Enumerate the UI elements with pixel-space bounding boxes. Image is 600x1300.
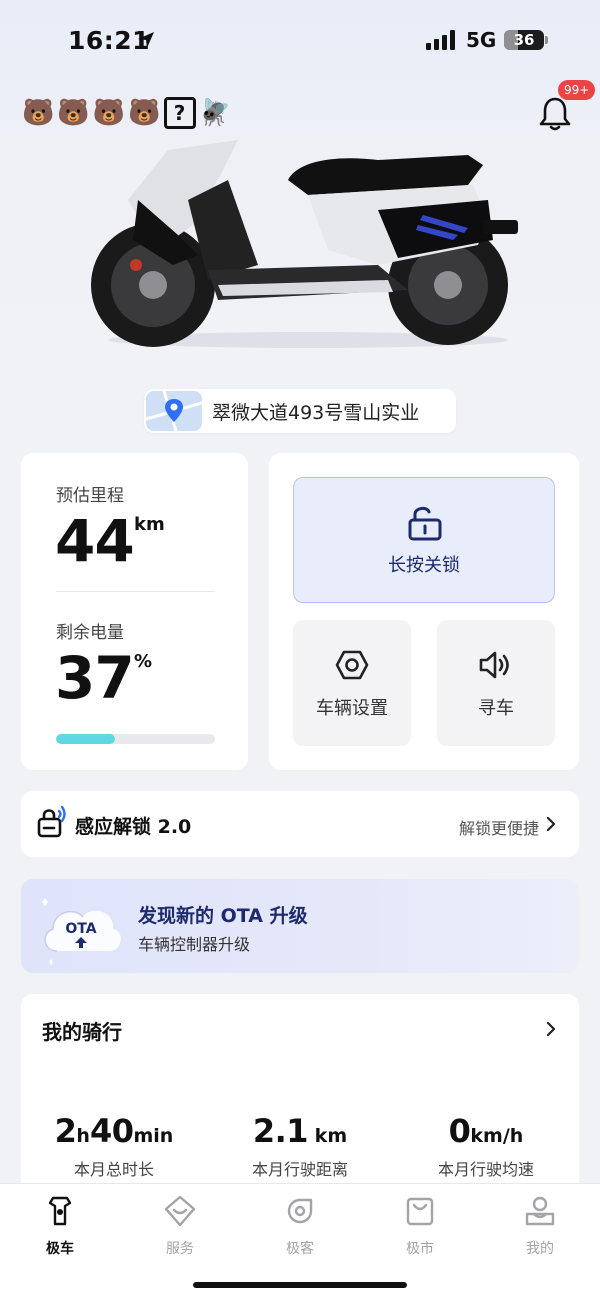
ride-stat-value: 2h40min <box>21 1112 207 1150</box>
ride-stat-caption: 本月总时长 <box>73 1160 154 1179</box>
ride-stat-number: 2.1 <box>252 1112 309 1150</box>
question-box: ? <box>163 97 196 129</box>
nickname-emojis[interactable]: 🐻 🐻 🐻 🐻 ? 🪰 <box>22 96 231 130</box>
induction-lock-icon <box>37 805 66 838</box>
bear-emoji: 🐻 <box>92 98 126 128</box>
tab-shop[interactable]: 极市 <box>360 1194 480 1258</box>
ride-stat-duration: 2h40min 本月总时长 <box>21 1112 207 1180</box>
ride-stat-caption: 本月行驶距离 <box>251 1160 348 1179</box>
divider <box>56 591 215 592</box>
ride-stat-number: 0 <box>448 1112 471 1150</box>
ride-stat-number: 2 <box>54 1112 77 1150</box>
scooter-image <box>91 140 518 348</box>
battery-unit: % <box>134 651 153 672</box>
ride-stat-speed: 0km/h 本月行驶均速 <box>393 1112 579 1180</box>
find-vehicle-button[interactable]: 寻车 <box>437 620 555 746</box>
ota-cloud-icon: OTA <box>42 898 121 965</box>
ota-title: 发现新的 OTA 升级 <box>138 905 308 927</box>
shop-icon <box>406 1197 434 1226</box>
battery-progress-bar <box>56 734 215 744</box>
ride-stat-unit: km/h <box>470 1125 524 1147</box>
ride-stat-unit: h <box>76 1125 90 1147</box>
vehicle-location[interactable]: 翠微大道493号雪山实业 <box>144 389 456 433</box>
scooter-icon <box>48 1196 72 1226</box>
map-pin-icon <box>146 391 202 431</box>
range-battery-card: 预估里程 44 km 剩余电量 37 % <box>21 453 248 770</box>
bear-emoji: 🐻 <box>128 98 161 128</box>
induction-unlock-hint: 解锁更便捷 <box>458 819 539 838</box>
ota-upgrade-banner[interactable]: OTA 发现新的 OTA 升级 车辆控制器升级 <box>21 879 579 973</box>
long-press-lock-button[interactable]: 长按关锁 <box>293 477 555 603</box>
range-label: 预估里程 <box>56 486 124 506</box>
battery-progress-fill <box>56 734 115 744</box>
ota-subtitle: 车辆控制器升级 <box>138 935 251 954</box>
tab-geek[interactable]: 极客 <box>240 1194 360 1258</box>
tab-profile[interactable]: 我的 <box>480 1194 600 1258</box>
network-type: 5G <box>466 28 497 52</box>
map-thumbnail <box>146 391 202 431</box>
find-label: 寻车 <box>478 698 514 719</box>
ride-stat-value: 0km/h <box>393 1112 579 1150</box>
fly-emoji: 🪰 <box>198 98 231 128</box>
tab-service[interactable]: 服务 <box>120 1194 240 1258</box>
tab-label: 极客 <box>286 1241 314 1257</box>
chevron-right-icon <box>546 1022 556 1036</box>
speaker-icon <box>479 651 509 679</box>
service-icon <box>164 1195 196 1227</box>
tab-scooter[interactable]: 极车 <box>0 1194 120 1258</box>
settings-label: 车辆设置 <box>316 698 388 719</box>
tab-label: 极车 <box>46 1241 74 1257</box>
tab-label: 极市 <box>406 1241 434 1257</box>
cellular-signal-icon <box>426 30 455 50</box>
location-arrow-icon <box>138 32 154 48</box>
vehicle-settings-button[interactable]: 车辆设置 <box>293 620 411 746</box>
ride-stat-caption: 本月行驶均速 <box>437 1160 534 1179</box>
location-address: 翠微大道493号雪山实业 <box>212 401 420 424</box>
notification-bell-icon[interactable] <box>538 96 572 132</box>
range-value: 44 <box>55 507 135 575</box>
status-bar: 16:21 5G 36 <box>0 0 600 80</box>
induction-unlock-title: 感应解锁 2.0 <box>75 816 192 838</box>
bear-emoji: 🐻 <box>57 98 90 128</box>
controls-card: 长按关锁 车辆设置 寻车 <box>269 453 579 770</box>
battery-cap <box>545 36 548 44</box>
battery-value: 37 <box>55 644 135 712</box>
bear-emoji: 🐻 <box>22 98 55 128</box>
ride-stat-distance: 2.1 km 本月行驶距离 <box>207 1112 393 1180</box>
battery-icon: 36 <box>504 30 544 50</box>
hex-nut-icon <box>335 650 369 680</box>
battery-percent: 36 <box>513 31 535 49</box>
home-indicator <box>193 1282 407 1288</box>
induction-unlock-row[interactable]: 感应解锁 2.0 解锁更便捷 <box>21 791 579 857</box>
range-unit: km <box>134 514 165 535</box>
ride-stat-number: 40 <box>89 1112 134 1150</box>
battery-label: 剩余电量 <box>56 623 124 643</box>
ride-stat-unit: km <box>308 1125 348 1147</box>
profile-icon <box>525 1196 555 1226</box>
tab-label: 我的 <box>526 1241 554 1257</box>
ota-badge-text: OTA <box>65 921 96 937</box>
tab-label: 服务 <box>166 1241 194 1257</box>
chevron-right-icon <box>546 817 556 831</box>
unlock-icon <box>408 506 442 541</box>
my-ride-title: 我的骑行 <box>42 1020 122 1044</box>
notification-badge: 99+ <box>558 80 596 100</box>
geek-icon <box>287 1198 313 1224</box>
lock-label: 长按关锁 <box>388 555 460 576</box>
ride-stat-value: 2.1 km <box>207 1112 393 1150</box>
ride-stat-unit: min <box>133 1125 174 1147</box>
